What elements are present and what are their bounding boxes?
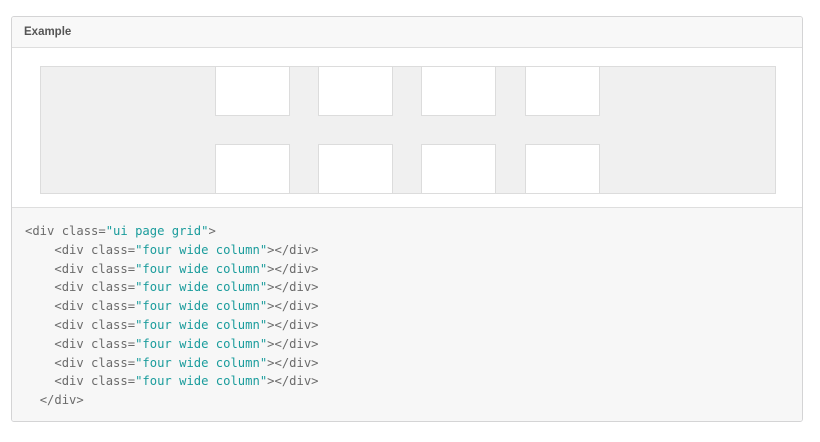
code-attr: class= bbox=[91, 261, 136, 276]
grid-column bbox=[421, 144, 496, 194]
code-string: "four wide column" bbox=[135, 299, 268, 314]
grid-column bbox=[318, 66, 393, 116]
code-attr: class= bbox=[91, 336, 136, 351]
code-tag-close: ></div> bbox=[267, 299, 319, 314]
code-string: "four wide column" bbox=[135, 317, 268, 332]
code-tag: <div bbox=[54, 261, 92, 276]
code-tag-close: ></div> bbox=[267, 317, 319, 332]
code-line: </div> bbox=[25, 391, 802, 410]
code-tag-close: ></div> bbox=[267, 336, 319, 351]
code-tag: <div bbox=[54, 374, 92, 389]
code-tag-close: ></div> bbox=[267, 261, 319, 276]
code-line: <div class="ui page grid"> bbox=[25, 222, 802, 241]
code-tag: <div bbox=[54, 355, 92, 370]
code-line: <div class="four wide column"></div> bbox=[25, 297, 802, 316]
code-attr: class= bbox=[61, 224, 106, 238]
grid-column bbox=[525, 144, 600, 194]
code-string: "four wide column" bbox=[135, 355, 268, 370]
code-line: <div class="four wide column"></div> bbox=[25, 316, 802, 335]
code-attr: class= bbox=[91, 317, 136, 332]
code-line: <div class="four wide column"></div> bbox=[25, 372, 802, 391]
code-string: "four wide column" bbox=[135, 280, 268, 295]
code-string: "four wide column" bbox=[135, 336, 268, 351]
code-tag: <div bbox=[54, 242, 92, 257]
grid-preview bbox=[40, 66, 776, 194]
preview-area bbox=[12, 48, 802, 208]
code-tag: <div bbox=[54, 299, 92, 314]
grid-column bbox=[215, 144, 290, 194]
code-string: "four wide column" bbox=[135, 374, 268, 389]
code-attr: class= bbox=[91, 374, 136, 389]
card-title: Example bbox=[24, 26, 72, 38]
code-attr: class= bbox=[91, 299, 136, 314]
grid-column bbox=[215, 66, 290, 116]
code-tag: <div bbox=[54, 336, 92, 351]
code-tag: <div bbox=[54, 280, 92, 295]
code-string: "four wide column" bbox=[135, 242, 268, 257]
code-line: <div class="four wide column"></div> bbox=[25, 278, 802, 297]
grid-column bbox=[525, 66, 600, 116]
code-line: <div class="four wide column"></div> bbox=[25, 335, 802, 354]
code-block[interactable]: <div class="ui page grid"> <div class="f… bbox=[12, 208, 802, 421]
grid-column bbox=[421, 66, 496, 116]
code-string: "four wide column" bbox=[135, 261, 268, 276]
code-tag-close: ></div> bbox=[267, 355, 319, 370]
card-header: Example bbox=[12, 17, 802, 48]
code-line: <div class="four wide column"></div> bbox=[25, 241, 802, 260]
code-attr: class= bbox=[91, 355, 136, 370]
example-card: Example <div class="ui page grid"> <div … bbox=[11, 16, 803, 422]
code-tag-close: > bbox=[208, 224, 216, 238]
code-line: <div class="four wide column"></div> bbox=[25, 354, 802, 373]
code-attr: class= bbox=[91, 280, 136, 295]
code-string: "ui page grid" bbox=[105, 224, 209, 238]
code-tag: </div> bbox=[39, 393, 84, 408]
grid-column bbox=[318, 144, 393, 194]
code-line: <div class="four wide column"></div> bbox=[25, 260, 802, 279]
code-tag: <div bbox=[25, 224, 62, 238]
code-tag-close: ></div> bbox=[267, 242, 319, 257]
code-tag-close: ></div> bbox=[267, 280, 319, 295]
code-attr: class= bbox=[91, 242, 136, 257]
code-tag: <div bbox=[54, 317, 92, 332]
code-tag-close: ></div> bbox=[267, 374, 319, 389]
